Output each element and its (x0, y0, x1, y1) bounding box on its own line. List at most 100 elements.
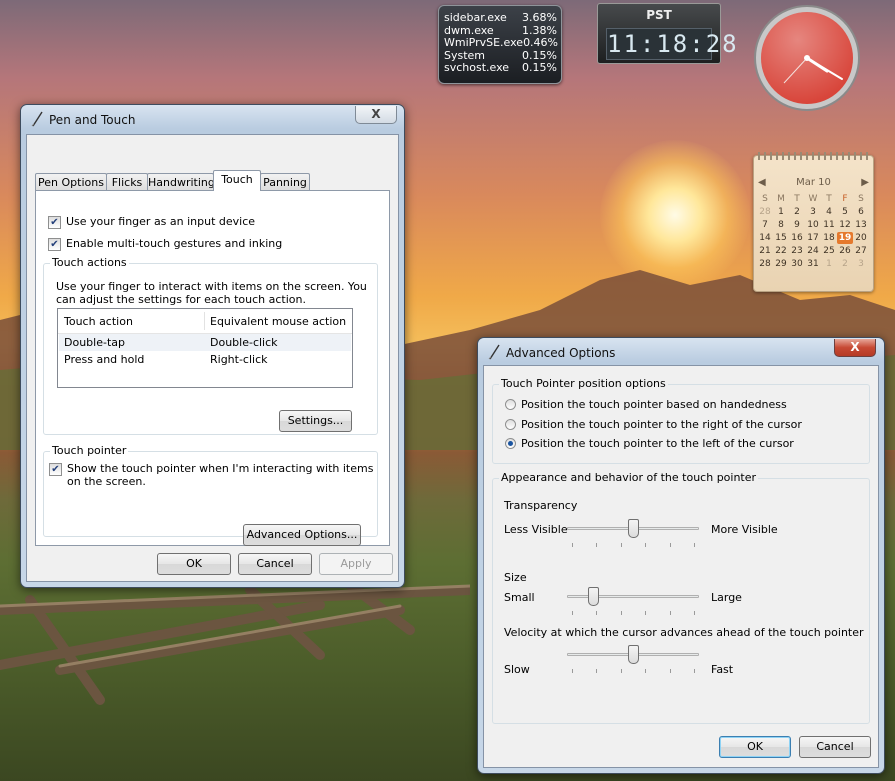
analog-clock-gadget[interactable] (752, 3, 862, 113)
clock-time: 11:18:28 (606, 28, 739, 60)
calendar-day[interactable]: 27 (853, 245, 869, 257)
slider-thumb[interactable] (628, 519, 639, 538)
calendar-day[interactable]: 3 (805, 206, 821, 218)
touch-actions-list[interactable]: Touch action Equivalent mouse action Dou… (57, 308, 353, 388)
calendar-day-of-week: W (808, 194, 818, 204)
transparency-slider[interactable] (567, 519, 699, 547)
calendar-day[interactable]: 4 (821, 206, 837, 218)
calendar-day-of-week: S (858, 194, 864, 204)
checkbox-label-line: on the screen. (67, 475, 146, 488)
calendar-day[interactable]: 2 (789, 206, 805, 218)
calendar-day[interactable]: 7 (757, 219, 773, 231)
slider-thumb[interactable] (628, 645, 639, 664)
tab-handwriting[interactable]: Handwriting (147, 173, 215, 191)
calendar-day[interactable]: 10 (805, 219, 821, 231)
advanced-options-button[interactable]: Advanced Options... (243, 524, 361, 546)
cpu-row: WmiPrvSE.exe 0.46% (444, 36, 558, 50)
show-touch-pointer-checkbox[interactable]: ✔ Show the touch pointer when I'm intera… (49, 462, 373, 488)
calendar-day[interactable]: 30 (789, 258, 805, 270)
tab-touch[interactable]: Touch (213, 170, 261, 191)
calendar-day[interactable]: 11 (821, 219, 837, 231)
radio-circle (505, 399, 516, 410)
velocity-slider[interactable] (567, 645, 699, 673)
radio-label: Position the touch pointer to the left o… (521, 437, 794, 450)
slider-tick (572, 669, 573, 673)
calendar-day[interactable]: 21 (757, 245, 773, 257)
calendar-prev-icon[interactable]: ◀ (758, 177, 766, 188)
cpu-meter-gadget[interactable]: sidebar.exe 3.68% dwm.exe 1.38% WmiPrvSE.e… (438, 5, 562, 84)
calendar-day[interactable]: 17 (805, 232, 821, 244)
slider-tick (694, 543, 695, 547)
cancel-button[interactable]: Cancel (799, 736, 871, 758)
calendar-day[interactable]: 3 (853, 258, 869, 270)
radio-left-of-cursor[interactable]: Position the touch pointer to the left o… (505, 437, 794, 450)
radio-circle (505, 419, 516, 430)
calendar-day[interactable]: 14 (757, 232, 773, 244)
calendar-next-icon[interactable]: ▶ (861, 177, 869, 188)
calendar-day[interactable]: 1 (821, 258, 837, 270)
multitouch-checkbox[interactable]: ✔ Enable multi-touch gestures and inking (48, 237, 282, 251)
group-label: Touch pointer (50, 444, 129, 457)
calendar-day[interactable]: 28 (757, 206, 773, 218)
description-text: can adjust the settings for each touch a… (56, 293, 306, 306)
slider-tick (645, 669, 646, 673)
table-row[interactable]: Press and hold Right-click (59, 351, 351, 368)
calendar-day[interactable]: 8 (773, 219, 789, 231)
calendar-day[interactable]: 28 (757, 258, 773, 270)
calendar-day[interactable]: 12 (837, 219, 853, 231)
size-label: Size (504, 571, 527, 584)
calendar-month: Mar 10 (796, 177, 831, 188)
size-slider[interactable] (567, 587, 699, 615)
calendar-day[interactable]: 25 (821, 245, 837, 257)
calendar-day[interactable]: 31 (805, 258, 821, 270)
radio-label: Position the touch pointer based on hand… (521, 398, 787, 411)
finger-input-checkbox[interactable]: ✔ Use your finger as an input device (48, 215, 255, 229)
calendar-day[interactable]: 15 (773, 232, 789, 244)
calendar-day[interactable]: 5 (837, 206, 853, 218)
table-row[interactable]: Double-tap Double-click (59, 334, 351, 351)
calendar-day[interactable]: 20 (853, 232, 869, 244)
tab-pen-options[interactable]: Pen Options (35, 173, 107, 191)
tab-flicks[interactable]: Flicks (106, 173, 148, 191)
column-header[interactable]: Touch action (64, 315, 133, 328)
window-client-area: Pen Options Flicks Handwriting Touch Pan… (26, 134, 399, 582)
radio-handedness[interactable]: Position the touch pointer based on hand… (505, 398, 787, 411)
digital-clock-gadget[interactable]: PST 11:18:28 (597, 3, 739, 64)
calendar-day[interactable]: 29 (773, 258, 789, 270)
calendar-day[interactable]: 13 (853, 219, 869, 231)
touch-tab-page: ✔ Use your finger as an input device ✔ E… (35, 190, 390, 546)
slider-tick (621, 611, 622, 615)
close-button[interactable]: X (834, 339, 876, 357)
checkbox-label: Show the touch pointer when I'm interact… (67, 462, 373, 488)
group-label: Touch actions (50, 256, 129, 269)
column-header[interactable]: Equivalent mouse action (210, 315, 346, 328)
tab-panning[interactable]: Panning (260, 173, 310, 191)
ok-button[interactable]: OK (719, 736, 791, 758)
calendar-day[interactable]: 9 (789, 219, 805, 231)
transparency-min-label: Less Visible (504, 523, 568, 536)
close-button[interactable]: X (355, 106, 397, 124)
calendar-day[interactable]: 18 (821, 232, 837, 244)
window-title: Advanced Options (506, 346, 616, 360)
calendar-day[interactable]: 24 (805, 245, 821, 257)
calendar-gadget[interactable]: ◀ Mar 10 ▶ S M T W T F S 28 1 2 3 4 5 6 7 8 9 10 11 12 13 14 1… (753, 152, 874, 292)
calendar-day[interactable]: 19 (837, 232, 853, 244)
radio-right-of-cursor[interactable]: Position the touch pointer to the right … (505, 418, 802, 431)
calendar-day[interactable]: 16 (789, 232, 805, 244)
calendar-day[interactable]: 1 (773, 206, 789, 218)
process-name: svchost.exe (444, 61, 510, 74)
slider-tick (572, 543, 573, 547)
size-min-label: Small (504, 591, 535, 604)
calendar-day[interactable]: 6 (853, 206, 869, 218)
settings-button[interactable]: Settings... (279, 410, 352, 432)
calendar-day[interactable]: 22 (773, 245, 789, 257)
cancel-button[interactable]: Cancel (238, 553, 312, 575)
pen-and-touch-window: Pen and Touch X Pen Options Flicks Handw… (20, 104, 405, 588)
calendar-day[interactable]: 23 (789, 245, 805, 257)
apply-button[interactable]: Apply (319, 553, 393, 575)
slider-thumb[interactable] (588, 587, 599, 606)
calendar-day[interactable]: 2 (837, 258, 853, 270)
calendar-day[interactable]: 26 (837, 245, 853, 257)
slider-tick (596, 669, 597, 673)
ok-button[interactable]: OK (157, 553, 231, 575)
